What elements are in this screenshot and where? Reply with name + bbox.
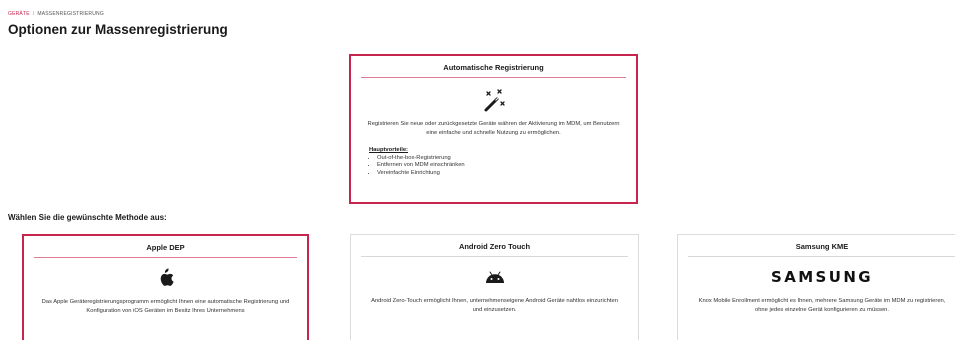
benefit-item: Vereinfachte Einrichtung bbox=[377, 170, 618, 178]
method-section-label: Wählen Sie die gewünschte Methode aus: bbox=[8, 213, 167, 222]
method-card-apple-dep[interactable]: Apple DEP Das Apple Geräteregistrierungs… bbox=[22, 234, 309, 340]
benefit-item: Entfernen von MDM einschränken bbox=[377, 162, 618, 170]
method-title: Samsung KME bbox=[795, 242, 849, 251]
card-divider bbox=[361, 77, 626, 78]
method-description: Knox Mobile Enrollment ermöglicht es Ihn… bbox=[698, 298, 946, 313]
benefits-list: Out-of-the-box-Registrierung Entfernen v… bbox=[377, 155, 618, 178]
breadcrumb-separator: / bbox=[32, 11, 35, 17]
method-card-android-zero-touch[interactable]: Android Zero Touch Android Zero-Touch er… bbox=[350, 234, 639, 340]
method-card-samsung-kme[interactable]: Samsung KME SAMSUNG Knox Mobile Enrollme… bbox=[677, 234, 955, 340]
benefits-block: Hauptvorteile: Out-of-the-box-Registrier… bbox=[351, 147, 636, 177]
benefit-item: Out-of-the-box-Registrierung bbox=[377, 155, 618, 163]
breadcrumb-link-devices[interactable]: GERÄTE bbox=[8, 11, 30, 17]
benefits-title: Hauptvorteile: bbox=[369, 147, 408, 154]
page-title: Optionen zur Massenregistrierung bbox=[8, 22, 228, 37]
card-divider bbox=[34, 257, 297, 258]
android-icon bbox=[351, 257, 638, 297]
samsung-logo: SAMSUNG bbox=[678, 257, 955, 297]
method-description: Das Apple Geräteregistrierungsprogramm e… bbox=[41, 299, 290, 314]
method-title: Apple DEP bbox=[146, 243, 185, 252]
auto-registration-title: Automatische Registrierung bbox=[443, 63, 544, 72]
method-title: Android Zero Touch bbox=[458, 242, 531, 251]
apple-icon bbox=[24, 258, 307, 298]
samsung-logo-text: SAMSUNG bbox=[771, 268, 873, 286]
auto-registration-description: Registrieren Sie neue oder zurückgesetzt… bbox=[367, 121, 620, 136]
magic-wand-icon bbox=[351, 86, 636, 116]
breadcrumb: GERÄTE / MASSENREGISTRIERUNG bbox=[8, 11, 104, 17]
auto-registration-card: Automatische Registrierung Registrieren … bbox=[349, 54, 638, 204]
method-description: Android Zero-Touch ermöglicht Ihnen, unt… bbox=[371, 298, 618, 313]
breadcrumb-current: MASSENREGISTRIERUNG bbox=[37, 11, 104, 17]
